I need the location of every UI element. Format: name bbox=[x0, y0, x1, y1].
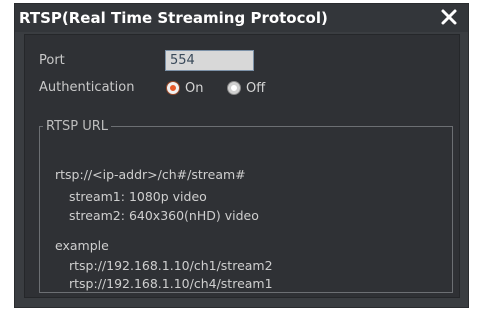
dialog-title: RTSP(Real Time Streaming Protocol) bbox=[19, 9, 328, 27]
settings-panel: Port Authentication On Off RTSP URL rtsp… bbox=[24, 34, 460, 298]
auth-off-radio[interactable]: Off bbox=[228, 80, 265, 96]
authentication-label: Authentication bbox=[39, 80, 135, 95]
rtsp-dialog: RTSP(Real Time Streaming Protocol) Port … bbox=[14, 3, 469, 308]
example-url: rtsp://192.168.1.10/ch1/stream2 bbox=[69, 258, 273, 273]
auth-on-label: On bbox=[185, 80, 204, 96]
rtsp-url-legend: RTSP URL bbox=[46, 119, 109, 134]
example-label: example bbox=[55, 238, 109, 253]
port-input[interactable] bbox=[165, 50, 254, 71]
rtsp-url-group: RTSP URL rtsp://<ip-addr>/ch#/stream# st… bbox=[39, 119, 453, 293]
rtsp-url-format: rtsp://<ip-addr>/ch#/stream# bbox=[55, 167, 246, 182]
port-label: Port bbox=[39, 53, 65, 68]
dialog-titlebar: RTSP(Real Time Streaming Protocol) bbox=[15, 4, 468, 32]
close-icon[interactable] bbox=[438, 6, 460, 28]
auth-on-radio[interactable]: On bbox=[167, 80, 203, 96]
radio-selected-icon bbox=[167, 82, 179, 94]
example-url: rtsp://192.168.1.10/ch4/stream1 bbox=[69, 276, 273, 291]
stream-info: stream1: 1080p video bbox=[69, 189, 207, 204]
radio-unselected-icon bbox=[228, 82, 240, 94]
auth-off-label: Off bbox=[246, 80, 266, 96]
stream-info: stream2: 640x360(nHD) video bbox=[69, 208, 259, 223]
